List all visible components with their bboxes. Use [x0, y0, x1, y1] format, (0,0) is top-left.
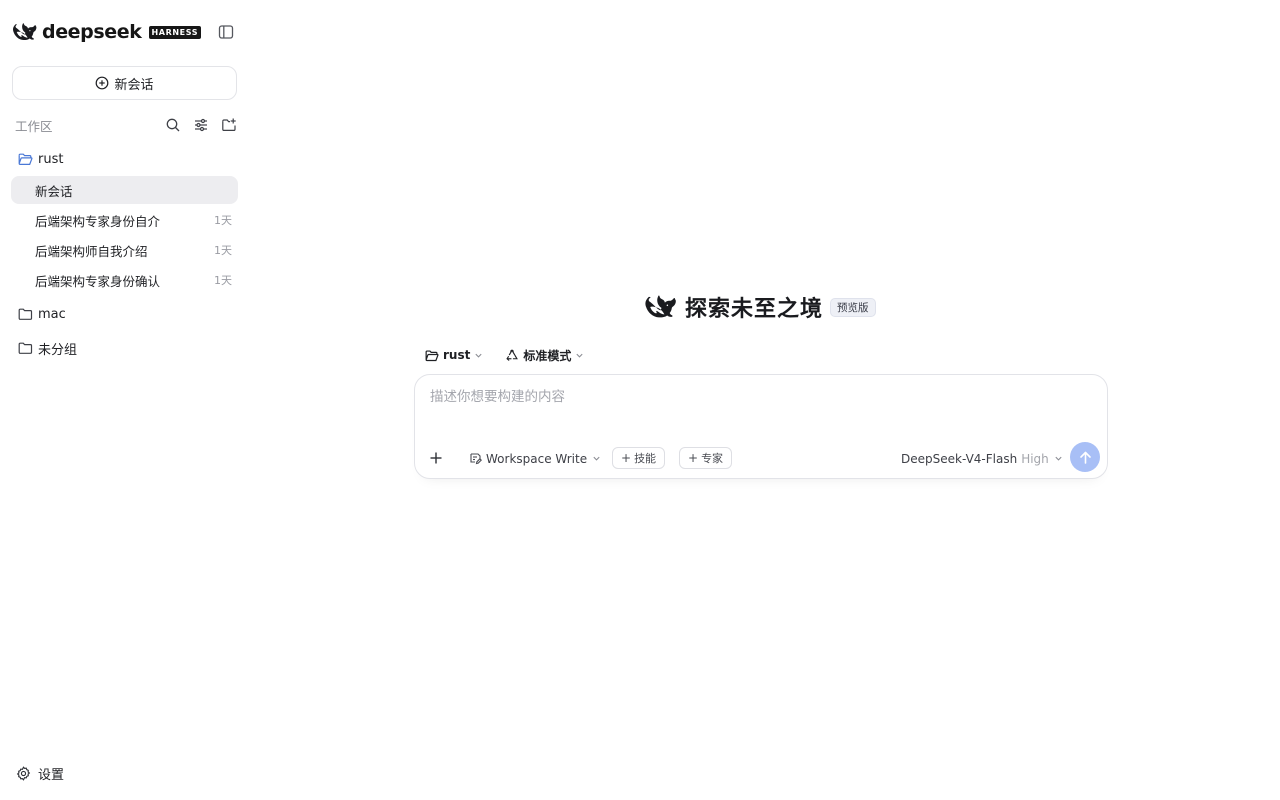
plus-icon: + [621, 451, 632, 465]
folder-open-icon [18, 153, 33, 165]
preview-badge: 预览版 [830, 297, 876, 317]
sidebar: deepseek HARNESS 新会话 工作区 rust 新会话 后端架构专家… [0, 0, 249, 800]
new-chat-label: 新会话 [114, 77, 154, 93]
folder-mac[interactable]: mac [18, 304, 66, 324]
folder-name: 未分组 [38, 342, 78, 358]
chevron-down-icon [475, 353, 482, 358]
session-item[interactable]: 后端架构师自我介绍 1天 [11, 236, 238, 264]
hero-title: 探索未至之境 [685, 297, 824, 322]
add-expert-chip[interactable]: + 专家 [679, 447, 733, 469]
workspace-header: 工作区 [15, 115, 237, 135]
search-icon[interactable] [165, 117, 181, 133]
send-button[interactable] [1070, 442, 1100, 472]
add-skill-chip[interactable]: + 技能 [612, 447, 666, 469]
hero: 探索未至之境 预览版 [645, 292, 876, 322]
folder-open-icon [425, 349, 439, 361]
session-title: 后端架构师自我介绍 [35, 243, 148, 259]
mode-selector-label: 标准模式 [523, 348, 572, 363]
prompt-input[interactable] [430, 389, 1090, 405]
recycle-mode-icon [506, 348, 519, 361]
session-age: 1天 [214, 244, 232, 257]
folder-selector[interactable]: rust [425, 348, 483, 362]
mode-selector[interactable]: 标准模式 [505, 347, 584, 364]
session-title: 新会话 [35, 183, 73, 199]
permission-label: Workspace Write [486, 451, 588, 466]
folder-rust[interactable]: rust [18, 149, 63, 169]
permission-selector[interactable]: Workspace Write [469, 450, 601, 467]
folder-icon [18, 308, 33, 320]
plus-circle-icon [96, 76, 109, 90]
session-age: 1天 [214, 214, 232, 227]
effort-level: High [1021, 451, 1049, 466]
brand-badge: HARNESS [148, 25, 202, 39]
workspace-label: 工作区 [15, 118, 53, 134]
sidebar-toggle-icon[interactable] [218, 24, 234, 40]
folder-ungrouped[interactable]: 未分组 [18, 338, 77, 358]
new-folder-icon[interactable] [221, 117, 237, 133]
chevron-down-icon [593, 456, 600, 461]
folder-name: mac [38, 306, 66, 322]
settings-label: 设置 [38, 767, 65, 783]
context-row: rust 标准模式 [425, 346, 606, 364]
folder-name: rust [38, 151, 64, 167]
skill-chip-label: 技能 [634, 452, 657, 465]
plus-icon: + [688, 451, 699, 465]
session-title: 后端架构专家身份自介 [35, 213, 161, 229]
gear-icon [16, 765, 31, 781]
model-selector[interactable]: DeepSeek-V4-Flash High [901, 450, 1063, 467]
session-item[interactable]: 后端架构专家身份确认 1天 [11, 266, 238, 294]
composer: Workspace Write + 技能 + 专家 DeepSeek-V4-Fl… [414, 374, 1108, 479]
filter-sliders-icon[interactable] [193, 117, 209, 133]
session-item[interactable]: 新会话 [11, 176, 238, 204]
session-age: 1天 [214, 274, 232, 287]
deepseek-whale-icon [645, 295, 676, 318]
brand-name: deepseek [42, 21, 142, 43]
session-item[interactable]: 后端架构专家身份自介 1天 [11, 206, 238, 234]
chevron-down-icon [576, 353, 583, 358]
settings-button[interactable]: 设置 [16, 763, 64, 783]
arrow-up-icon [1079, 451, 1091, 464]
folder-selector-label: rust [443, 348, 471, 362]
brand: deepseek HARNESS [13, 20, 202, 44]
expert-chip-label: 专家 [701, 452, 724, 465]
folder-icon [18, 342, 33, 354]
chevron-down-icon [1055, 456, 1062, 461]
new-chat-button[interactable]: 新会话 [12, 66, 237, 100]
deepseek-whale-icon [13, 23, 37, 41]
session-title: 后端架构专家身份确认 [35, 273, 161, 289]
model-name: DeepSeek-V4-Flash [901, 451, 1018, 466]
add-attachment-icon[interactable] [429, 451, 443, 465]
shield-edit-icon [470, 453, 482, 465]
